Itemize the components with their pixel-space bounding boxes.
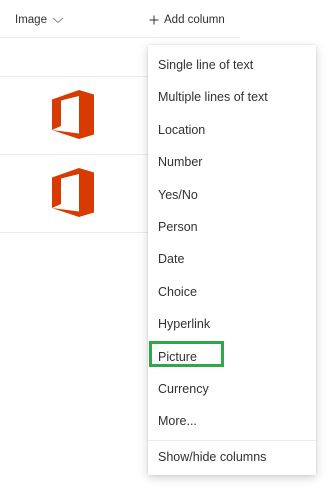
menu-item-date[interactable]: Date <box>148 243 316 275</box>
menu-item-number[interactable]: Number <box>148 146 316 178</box>
add-column-button[interactable]: Add column <box>149 14 225 26</box>
table-row[interactable] <box>0 155 150 233</box>
menu-item-hyperlink[interactable]: Hyperlink <box>148 308 316 340</box>
list-row-empty <box>0 38 150 77</box>
menu-item-currency[interactable]: Currency <box>148 373 316 405</box>
menu-item-more[interactable]: More... <box>148 405 316 437</box>
menu-item-choice[interactable]: Choice <box>148 276 316 308</box>
menu-item-person[interactable]: Person <box>148 211 316 243</box>
plus-icon <box>149 15 159 25</box>
menu-item-location[interactable]: Location <box>148 114 316 146</box>
office-logo-icon <box>52 168 94 217</box>
table-row[interactable] <box>0 77 150 155</box>
column-type-list: Single line of text Multiple lines of te… <box>148 45 316 438</box>
show-hide-columns-button[interactable]: Show/hide columns <box>148 441 316 473</box>
menu-item-single-line-of-text[interactable]: Single line of text <box>148 49 316 81</box>
office-logo-icon <box>52 90 94 139</box>
add-column-label: Add column <box>164 14 225 26</box>
menu-item-multiple-lines-of-text[interactable]: Multiple lines of text <box>148 81 316 113</box>
chevron-down-icon <box>52 17 64 24</box>
add-column-menu: Single line of text Multiple lines of te… <box>148 45 316 475</box>
menu-item-picture[interactable]: Picture <box>148 341 316 373</box>
menu-item-yes-no[interactable]: Yes/No <box>148 179 316 211</box>
image-column-label: Image <box>15 14 47 26</box>
image-column-header[interactable]: Image <box>15 14 64 26</box>
